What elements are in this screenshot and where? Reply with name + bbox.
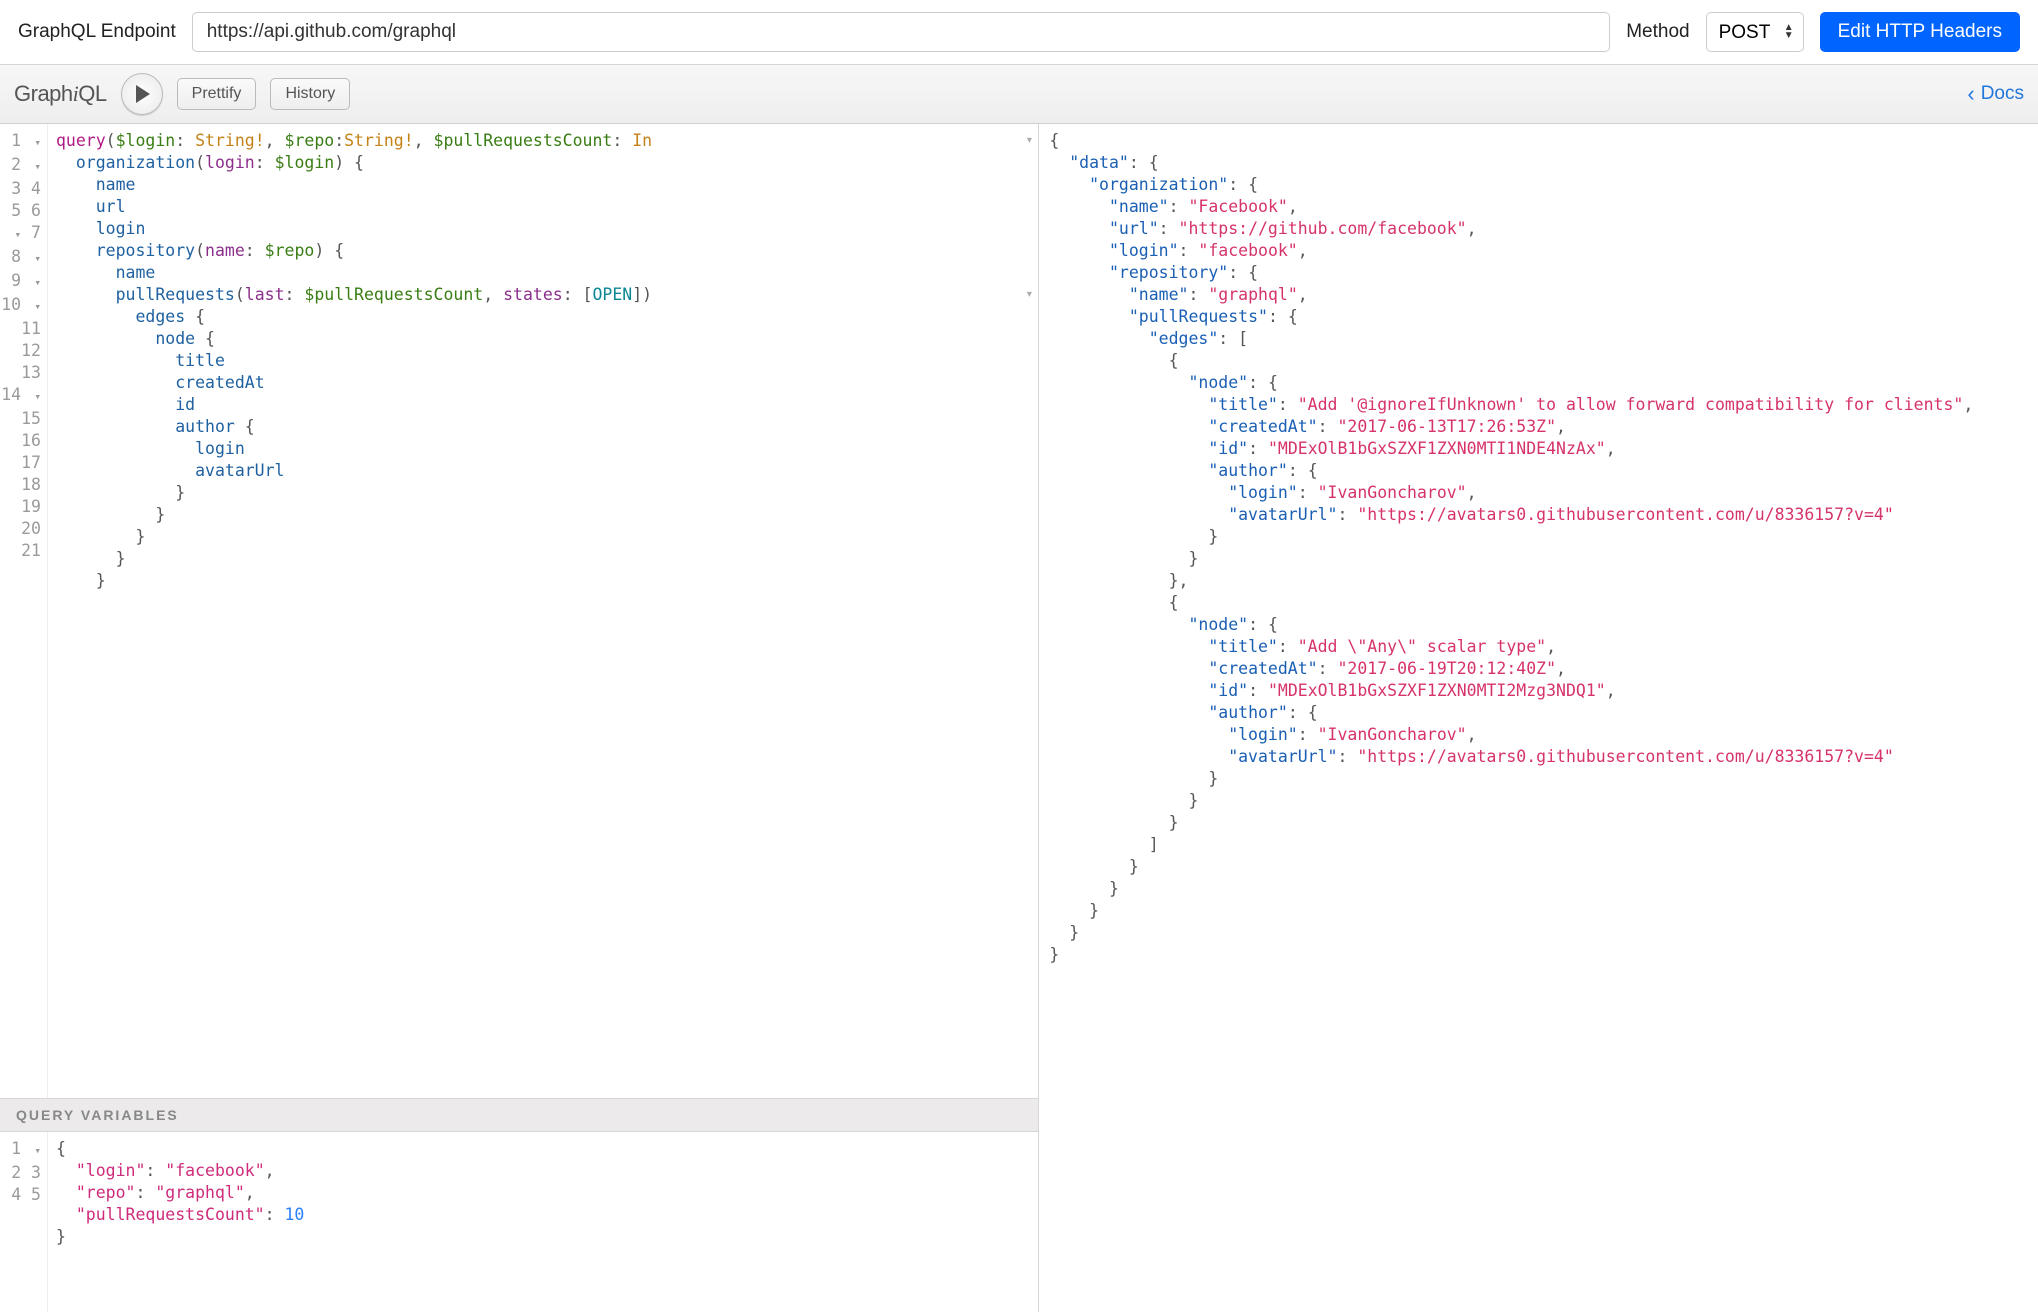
docs-toggle[interactable]: ‹ Docs xyxy=(1967,83,2024,105)
query-fold-column: ▾▾ xyxy=(1022,130,1036,570)
endpoint-input[interactable] xyxy=(192,12,1611,52)
query-code[interactable]: query($login: String!, $repo:String!, $p… xyxy=(48,124,1038,1098)
config-bar: GraphQL Endpoint Method POST ▲▼ Edit HTT… xyxy=(0,0,2038,64)
chevron-left-icon: ‹ xyxy=(1967,83,1974,105)
method-label: Method xyxy=(1626,21,1689,43)
left-panel: 1 ▾ 2 ▾ 3 4 5 6 ▾ 7 8 ▾ 9 ▾ 10 ▾ 11 12 1… xyxy=(0,124,1039,1312)
vars-gutter: 1 ▾ 2 3 4 5 xyxy=(0,1132,48,1312)
graphiql-toolbar: GraphiQL Prettify History ‹ Docs xyxy=(0,64,2038,124)
query-gutter: 1 ▾ 2 ▾ 3 4 5 6 ▾ 7 8 ▾ 9 ▾ 10 ▾ 11 12 1… xyxy=(0,124,48,1098)
prettify-button[interactable]: Prettify xyxy=(177,78,257,110)
play-icon xyxy=(136,85,150,103)
variables-editor[interactable]: 1 ▾ 2 3 4 5 { "login": "facebook", "repo… xyxy=(0,1132,1038,1312)
graphiql-logo: GraphiQL xyxy=(14,81,107,107)
endpoint-label: GraphQL Endpoint xyxy=(18,21,176,43)
history-button[interactable]: History xyxy=(270,78,350,110)
edit-headers-button[interactable]: Edit HTTP Headers xyxy=(1820,12,2020,52)
result-panel: { "data": { "organization": { "name": "F… xyxy=(1039,124,2038,1312)
editor-panels: 1 ▾ 2 ▾ 3 4 5 6 ▾ 7 8 ▾ 9 ▾ 10 ▾ 11 12 1… xyxy=(0,124,2038,1312)
docs-label: Docs xyxy=(1981,83,2024,105)
method-select[interactable]: POST xyxy=(1706,12,1804,52)
execute-button[interactable] xyxy=(121,73,163,115)
query-variables-header[interactable]: QUERY VARIABLES xyxy=(0,1098,1038,1132)
vars-code[interactable]: { "login": "facebook", "repo": "graphql"… xyxy=(48,1132,1038,1312)
result-json[interactable]: { "data": { "organization": { "name": "F… xyxy=(1039,124,2038,972)
query-editor[interactable]: 1 ▾ 2 ▾ 3 4 5 6 ▾ 7 8 ▾ 9 ▾ 10 ▾ 11 12 1… xyxy=(0,124,1038,1098)
